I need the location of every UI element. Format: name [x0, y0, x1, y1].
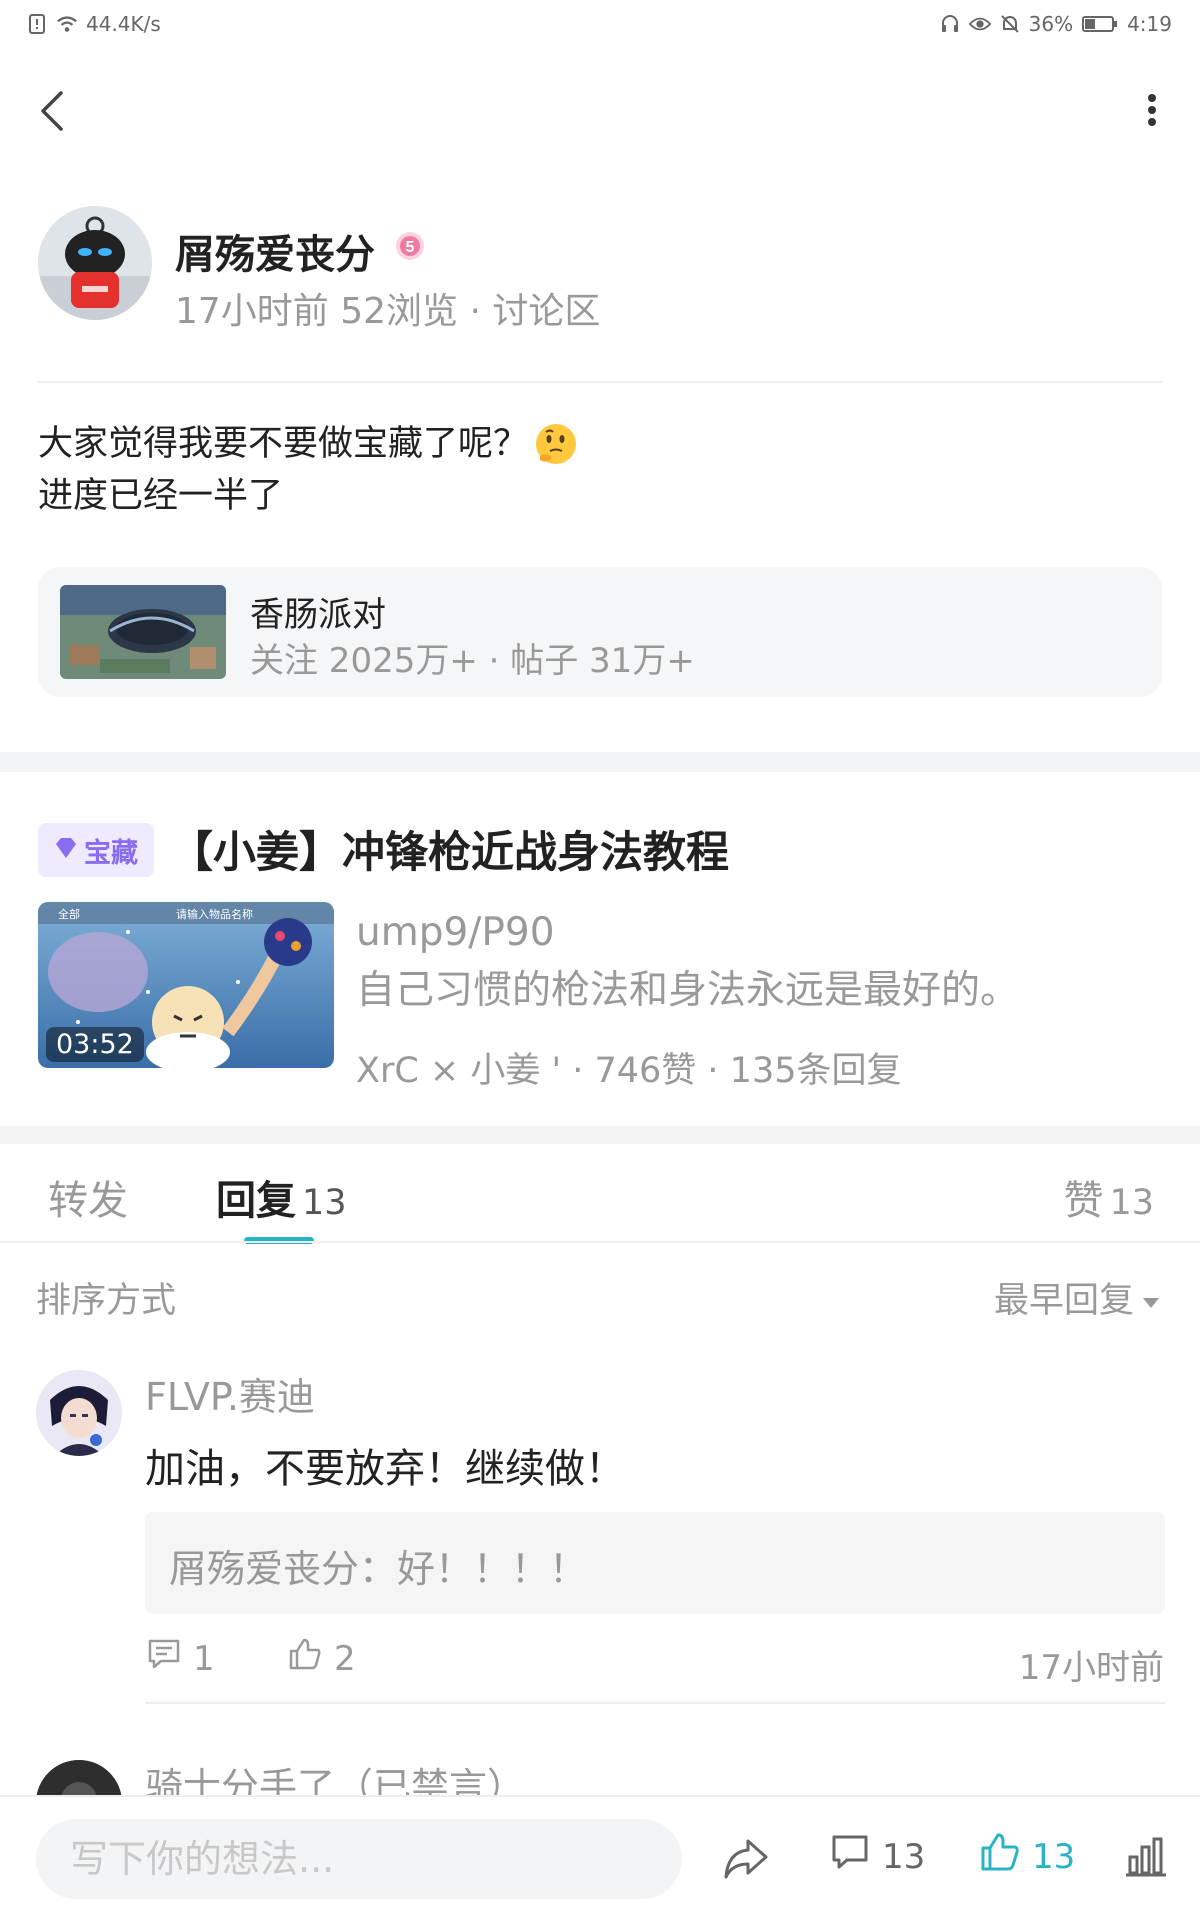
- post-text-line1: 大家觉得我要不要做宝藏了呢？: [38, 424, 529, 464]
- level-number: 5: [406, 239, 415, 256]
- bottom-comment-count: 13: [882, 1836, 926, 1877]
- tab-like-label: 赞: [1063, 1178, 1104, 1224]
- section-separator: [0, 1126, 1200, 1144]
- post-line: 大家觉得我要不要做宝藏了呢？: [38, 418, 578, 470]
- comment-like-count: 2: [334, 1638, 356, 1679]
- treasure-subtitle2: 自己习惯的枪法和身法永远是最好的。: [356, 968, 1020, 1013]
- wifi-icon: [56, 13, 78, 35]
- comment-time: 17小时前: [1018, 1648, 1164, 1688]
- sort-label: 排序方式: [36, 1281, 177, 1321]
- clock: 4:19: [1127, 12, 1172, 36]
- comment-bubble-icon: [147, 1638, 181, 1679]
- comment-reply-count: 1: [193, 1638, 215, 1679]
- back-button[interactable]: [30, 88, 74, 138]
- treasure-tag: 宝藏: [38, 823, 154, 877]
- status-right: 36% 4:19: [939, 12, 1172, 36]
- video-thumbnail[interactable]: 全部 请输入物品名称 03:52: [38, 902, 334, 1068]
- stats-button[interactable]: [1124, 1835, 1168, 1879]
- eye-icon: [968, 13, 991, 35]
- commenter-name[interactable]: FLVP.赛迪: [145, 1366, 315, 1421]
- topic-card[interactable]: 香肠派对 关注 2025万+ · 帖子 31万+: [38, 567, 1162, 697]
- tab-like[interactable]: 赞 13: [1063, 1168, 1154, 1226]
- comment-input[interactable]: 写下你的想法...: [36, 1819, 682, 1899]
- bar-chart-icon: [1124, 1837, 1168, 1883]
- battery-percent: 36%: [1028, 12, 1074, 36]
- treasure-meta: XrC × 小姜 ' · 746赞 · 135条回复: [356, 1051, 902, 1091]
- chevron-left-icon: [39, 90, 65, 136]
- tab-repost[interactable]: 转发: [48, 1168, 128, 1226]
- commenter-avatar[interactable]: [36, 1370, 122, 1456]
- level-badge-icon: 5: [394, 230, 426, 262]
- comment-text: 加油，不要放弃！继续做！: [145, 1446, 625, 1492]
- treasure-tag-label: 宝藏: [84, 837, 138, 869]
- topic-name: 香肠派对: [250, 595, 386, 635]
- share-button[interactable]: [722, 1837, 770, 1881]
- post-line: 进度已经一半了: [38, 470, 578, 522]
- nested-reply[interactable]: 屑殇爱丧分：好！！！！: [145, 1512, 1165, 1614]
- post-text-line2: 进度已经一半了: [38, 476, 284, 516]
- thinking-face-icon: [534, 422, 578, 466]
- notification-icon: [26, 13, 48, 35]
- headset-icon: [939, 13, 961, 35]
- topic-stats: 关注 2025万+ · 帖子 31万+: [250, 641, 695, 681]
- comment-reply-button[interactable]: 1: [147, 1638, 215, 1679]
- bottom-like-count: 13: [1032, 1836, 1076, 1877]
- share-arrow-icon: [722, 1839, 770, 1885]
- treasure-subtitle1: ump9/P90: [356, 910, 555, 955]
- thumb-tab-label: 全部: [58, 907, 80, 921]
- section-separator: [0, 752, 1200, 772]
- thumbs-up-icon: [288, 1638, 322, 1679]
- comment-like-button[interactable]: 2: [288, 1638, 356, 1679]
- treasure-summary: ump9/P90 自己习惯的枪法和身法永远是最好的。: [356, 904, 1019, 1020]
- sort-dropdown[interactable]: 最早回复: [994, 1272, 1160, 1323]
- tab-like-count: 13: [1109, 1183, 1154, 1223]
- sort-value: 最早回复: [993, 1281, 1134, 1321]
- battery-icon: [1081, 13, 1119, 35]
- author-avatar[interactable]: [38, 206, 152, 320]
- author-meta: 17小时前 52浏览 · 讨论区: [175, 291, 601, 332]
- bottom-action-bar: 写下你的想法... 13 13: [0, 1795, 1200, 1920]
- author-name[interactable]: 屑殇爱丧分: [175, 222, 375, 280]
- thumbs-up-icon: [980, 1833, 1020, 1880]
- nested-reply-text: 屑殇爱丧分：好！！！！: [169, 1547, 588, 1591]
- tab-reply-count: 13: [302, 1183, 347, 1223]
- thumb-search-label: 请输入物品名称: [176, 907, 253, 921]
- divider: [145, 1702, 1165, 1704]
- topic-thumbnail: [60, 585, 226, 679]
- tab-reply-label: 回复: [216, 1178, 296, 1224]
- caret-down-icon: [1142, 1278, 1160, 1318]
- post-body: 大家觉得我要不要做宝藏了呢？ 进度已经一半了: [38, 418, 578, 522]
- status-left: 44.4K/s: [26, 12, 161, 36]
- video-duration: 03:52: [46, 1027, 144, 1062]
- net-speed: 44.4K/s: [86, 12, 161, 36]
- mute-bell-icon: [999, 13, 1021, 35]
- more-vertical-icon: [1147, 94, 1157, 130]
- treasure-post-title[interactable]: 【小姜】冲锋枪近战身法教程: [170, 818, 729, 880]
- comment-bubble-icon: [830, 1833, 870, 1880]
- divider: [0, 1241, 1200, 1243]
- diamond-icon: [54, 835, 78, 866]
- tab-repost-label: 转发: [48, 1178, 128, 1224]
- comment-count-button[interactable]: 13: [830, 1833, 925, 1880]
- tab-reply[interactable]: 回复 13: [216, 1168, 347, 1226]
- more-options-button[interactable]: [1132, 92, 1172, 132]
- like-count-button[interactable]: 13: [980, 1833, 1075, 1880]
- divider: [38, 381, 1162, 383]
- status-bar: 44.4K/s 36% 4:19: [0, 0, 1200, 52]
